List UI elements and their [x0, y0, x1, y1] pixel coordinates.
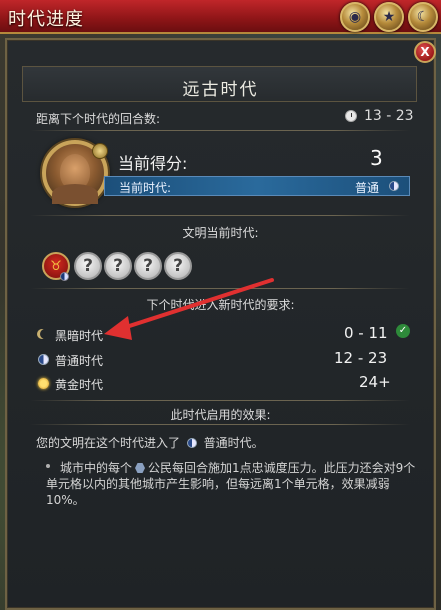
- civs-section-title: 文明当前时代:: [182, 226, 259, 240]
- current-era-value: 普通: [355, 181, 380, 195]
- leader-body: [52, 184, 98, 204]
- sun-icon: [38, 378, 49, 389]
- crescent-moon-icon: [40, 329, 50, 339]
- citizen-icon: [135, 463, 146, 473]
- effects-intro: 您的文明在这个时代进入了 普通时代。: [36, 436, 264, 450]
- effects-section-title: 此时代启用的效果:: [170, 408, 271, 422]
- unknown-civ-icon[interactable]: ?: [164, 252, 192, 280]
- era-globe-button[interactable]: ◉: [340, 2, 370, 32]
- divider: [30, 288, 410, 289]
- era-header: 远古时代: [22, 66, 417, 102]
- title-bar: 时代进度 ◉ ★ ☾: [0, 0, 441, 34]
- requirements-section-title: 下个时代进入新时代的要求:: [146, 298, 295, 312]
- unknown-civ-icon[interactable]: ?: [134, 252, 162, 280]
- era-moon-button[interactable]: ☾: [408, 2, 438, 32]
- divider: [30, 215, 410, 216]
- divider: [30, 130, 410, 131]
- requirement-name: 普通时代: [55, 354, 104, 368]
- civ-era-half-moon-icon: [60, 272, 69, 281]
- requirement-range: 12 - 23: [334, 349, 388, 367]
- requirement-range: 0 - 11: [344, 324, 388, 342]
- globe-icon: ◉: [348, 9, 362, 25]
- moon-icon: ☾: [416, 9, 430, 25]
- era-title: 远古时代: [182, 80, 259, 100]
- half-moon-icon: [186, 438, 197, 448]
- half-moon-icon: [38, 354, 49, 365]
- clock-icon: [345, 110, 357, 122]
- score-label: 当前得分:: [118, 154, 188, 173]
- unknown-civ-icon[interactable]: ?: [74, 252, 102, 280]
- window-title: 时代进度: [8, 9, 84, 30]
- era-badge-icon: [92, 143, 108, 159]
- current-era-bar: 当前时代: 普通: [104, 176, 410, 196]
- half-moon-icon: [389, 181, 399, 191]
- close-icon: X: [420, 45, 430, 59]
- divider: [30, 424, 410, 425]
- requirement-name: 黑暗时代: [55, 329, 104, 343]
- star-icon: ★: [382, 9, 396, 25]
- close-button[interactable]: X: [414, 41, 436, 63]
- unknown-civ-icon[interactable]: ?: [104, 252, 132, 280]
- requirement-range: 24+: [359, 373, 391, 391]
- current-era-label: 当前时代:: [119, 181, 172, 195]
- divider: [30, 400, 410, 401]
- effects-detail: 城市中的每个 公民每回合施加1点忠诚度压力。此压力还会对9个单元格以内的其他城市产…: [46, 461, 416, 507]
- requirement-name: 黄金时代: [55, 378, 104, 392]
- score-value: 3: [370, 146, 383, 170]
- era-score-button[interactable]: ★: [374, 2, 404, 32]
- check-icon: ✓: [396, 324, 410, 338]
- turns-label: 距离下个时代的回合数:: [36, 112, 161, 126]
- turns-value: 13 - 23: [364, 108, 414, 124]
